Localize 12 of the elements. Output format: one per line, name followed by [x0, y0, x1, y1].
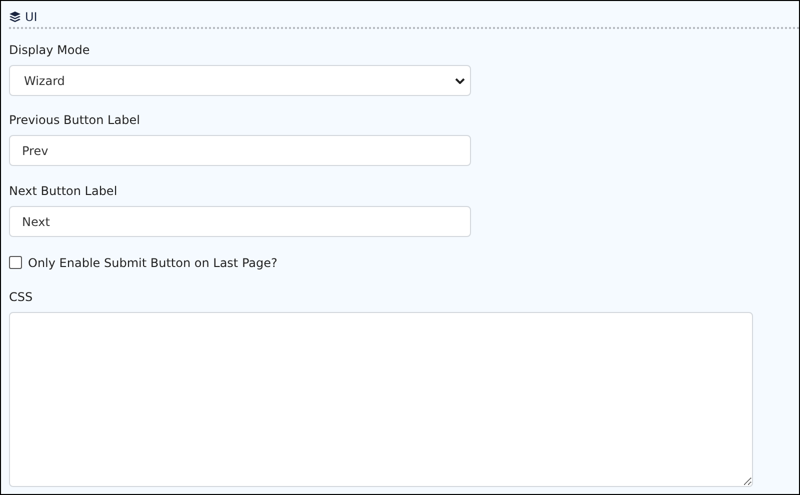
chevron-down-icon	[455, 78, 465, 84]
input-field[interactable]: Next	[9, 206, 471, 237]
field-label: Next Button Label	[9, 184, 118, 199]
dropdown[interactable]: Wizard	[9, 65, 471, 96]
checkbox-label: Only Enable Submit Button on Last Page?	[28, 256, 278, 270]
field-label: Display Mode	[9, 43, 91, 58]
input-field[interactable]: Prev	[9, 135, 471, 166]
checkbox[interactable]	[9, 256, 22, 269]
field-label: Previous Button Label	[9, 113, 141, 128]
section-title: UI	[25, 10, 38, 24]
field-label: CSS	[9, 290, 34, 305]
layers-icon	[9, 11, 21, 23]
